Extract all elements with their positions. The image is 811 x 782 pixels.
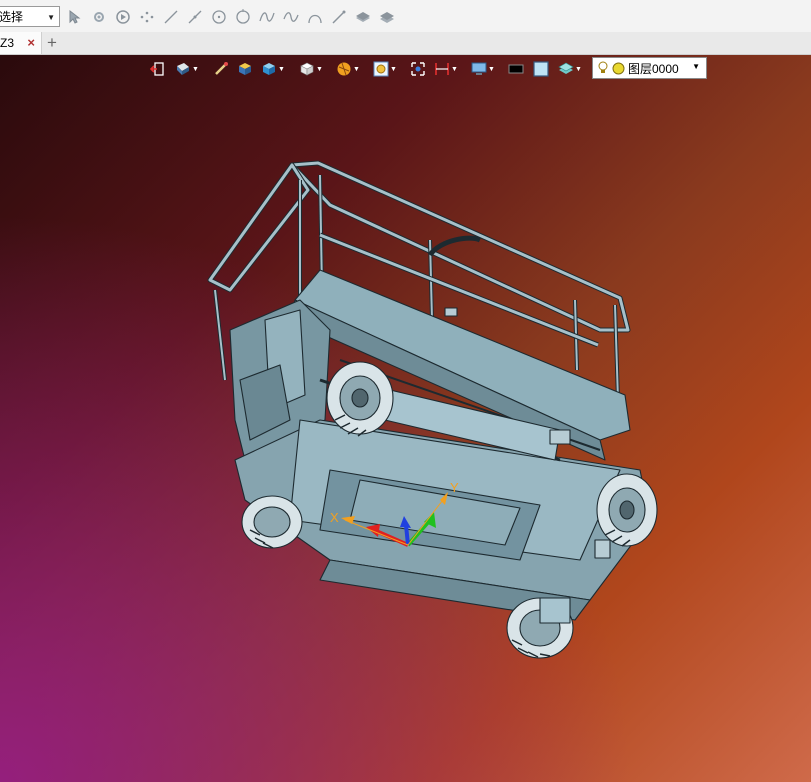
scissor-lift-model[interactable]: X Y (0, 0, 811, 782)
y-axis-label: Y (450, 480, 459, 495)
wheel (326, 361, 394, 435)
x-axis-label: X (330, 510, 339, 525)
